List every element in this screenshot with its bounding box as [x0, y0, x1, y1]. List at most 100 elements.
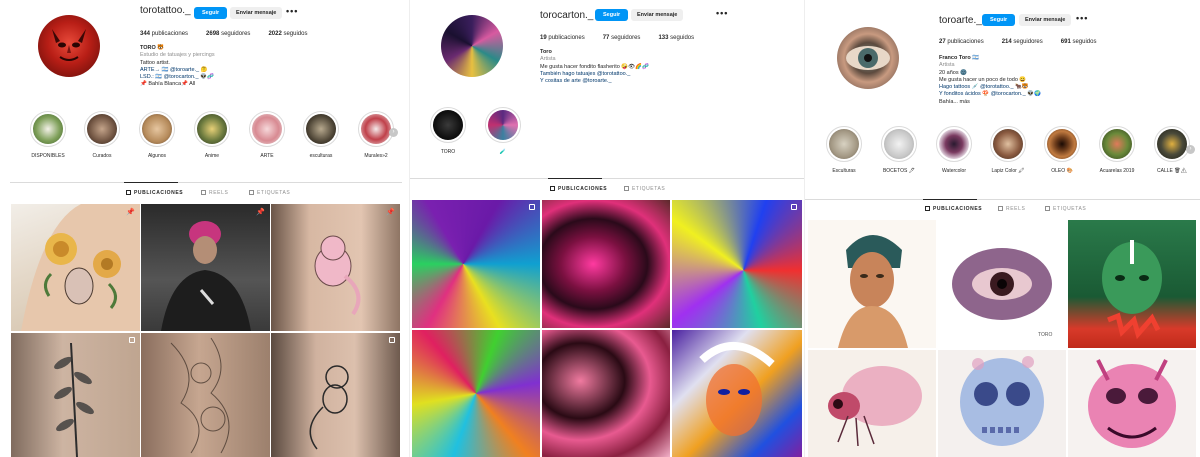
highlight-anime[interactable]: Anime [190, 111, 234, 159]
chevron-right-icon[interactable]: › [1186, 145, 1195, 154]
send-message-button[interactable]: Enviar mensaje [631, 9, 684, 21]
blue-skull-painting [960, 356, 1044, 446]
post-thumbnail[interactable] [808, 220, 936, 348]
follow-button[interactable]: Seguir [194, 7, 228, 19]
highlight-label: Murales»2 [364, 153, 388, 159]
highlight-disponibles[interactable]: DISPONIBLES [26, 111, 70, 159]
pinned-icon: 📌 [256, 209, 265, 216]
post-thumbnail[interactable]: TORO [938, 220, 1066, 348]
eye-watercolor-painting [952, 248, 1052, 320]
highlight-watercolor[interactable]: Watercolor [932, 126, 976, 174]
active-tab-indicator [923, 199, 977, 200]
more-options-icon[interactable]: ••• [286, 6, 298, 16]
post-thumbnail[interactable] [542, 200, 670, 328]
highlight-toro[interactable]: TORO [426, 107, 470, 155]
followers-count[interactable]: 77 seguidores [603, 35, 641, 41]
bio-line-link[interactable]: También hago tatuajes @torotattoo._ [540, 71, 649, 78]
highlight-algunos[interactable]: Algunos [135, 111, 179, 159]
following-count[interactable]: 2022 seguidos [268, 31, 307, 37]
highlight-label: OLEO 🎨 [1051, 168, 1073, 174]
highlight-label: Curados [92, 153, 112, 159]
following-count[interactable]: 133 seguidos [658, 35, 694, 41]
tab-etiquetas[interactable]: ETIQUETAS [1045, 206, 1086, 212]
highlight-esculturas[interactable]: Esculturas [822, 126, 866, 174]
post-thumbnail[interactable] [412, 330, 540, 457]
send-message-button[interactable]: Enviar mensaje [230, 7, 283, 19]
highlight-test-tube[interactable]: 🧪 [481, 107, 525, 155]
posts-count[interactable]: 19 publicaciones [540, 35, 585, 41]
reels-icon [998, 206, 1003, 211]
bio-line-link[interactable]: Y cositas de arte @toroarte._ [540, 78, 649, 85]
highlight-cover [488, 110, 518, 140]
highlight-cover [197, 114, 227, 144]
tattoo-mew-outline-image [309, 365, 349, 450]
bio-line-link[interactable]: Y fonditos ácidos 🍄 @torocarton._ 👽🌍 [939, 91, 1041, 98]
followers-count[interactable]: 2698 seguidores [206, 31, 250, 37]
post-thumbnail[interactable] [1068, 350, 1196, 457]
post-thumbnail[interactable] [938, 350, 1066, 457]
send-message-button[interactable]: Enviar mensaje [1019, 14, 1072, 26]
highlight-cover [829, 129, 859, 159]
followers-count[interactable]: 214 seguidores [1002, 39, 1043, 45]
more-options-icon[interactable]: ••• [716, 8, 728, 18]
posts-count[interactable]: 344 publicaciones [140, 31, 188, 37]
tattoo-artist-image [161, 221, 251, 331]
bio-more-link[interactable]: Bahía... más [939, 99, 1041, 106]
chevron-right-icon[interactable]: › [389, 128, 398, 137]
post-thumbnail[interactable] [542, 330, 670, 457]
highlight-curados[interactable]: Curados [80, 111, 124, 159]
post-thumbnail[interactable] [672, 330, 802, 457]
highlight-cover [361, 114, 391, 144]
tab-publicaciones[interactable]: PUBLICACIONES [126, 190, 183, 196]
multiple-posts-icon [389, 337, 395, 343]
highlight-cover [306, 114, 336, 144]
tab-etiquetas[interactable]: ETIQUETAS [249, 190, 290, 196]
post-thumbnail[interactable] [141, 333, 270, 457]
tag-icon [1045, 206, 1050, 211]
profile-avatar[interactable] [837, 27, 899, 89]
highlight-oleo[interactable]: OLEO 🎨 [1040, 126, 1084, 174]
post-thumbnail[interactable]: 📌 [11, 204, 140, 331]
tabs-divider [10, 182, 402, 183]
tab-reels[interactable]: REELS [201, 190, 228, 196]
bio-name: Toro [540, 49, 552, 55]
highlight-cover [33, 114, 63, 144]
post-thumbnail[interactable]: 📌 [141, 204, 270, 331]
highlight-label: TORO [440, 149, 456, 155]
pinned-icon: 📌 [126, 209, 135, 216]
tab-publicaciones[interactable]: PUBLICACIONES [925, 206, 982, 212]
following-count[interactable]: 691 seguidos [1061, 39, 1097, 45]
highlight-cover [433, 110, 463, 140]
post-thumbnail[interactable] [271, 333, 400, 457]
post-thumbnail[interactable] [1068, 220, 1196, 348]
post-thumbnail[interactable] [808, 350, 936, 457]
follow-button[interactable]: Seguir [982, 14, 1016, 26]
more-options-icon[interactable]: ••• [1076, 13, 1088, 23]
profile-avatar[interactable] [38, 15, 100, 77]
highlight-lapiz-color[interactable]: Lapiz Color 🖍 [986, 126, 1030, 174]
highlight-acuarelas-2019[interactable]: Acuarelas 2019 [1095, 126, 1139, 174]
highlight-bocetos[interactable]: BOCETOS 🖊 [877, 126, 921, 174]
highlight-label: Acuarelas 2019 [1099, 168, 1135, 174]
highlight-cover [1102, 129, 1132, 159]
post-thumbnail[interactable] [11, 333, 140, 457]
post-thumbnail[interactable]: 📌 [271, 204, 400, 331]
tab-reels[interactable]: REELS [998, 206, 1025, 212]
highlight-cover [939, 129, 969, 159]
highlight-esculturas[interactable]: esculturas [299, 111, 343, 159]
tab-publicaciones[interactable]: PUBLICACIONES [550, 186, 607, 192]
active-tab-indicator [124, 182, 178, 183]
post-thumbnail[interactable] [412, 200, 540, 328]
highlight-arte[interactable]: ARTE [245, 111, 289, 159]
highlight-label: ARTE [260, 153, 274, 159]
bio-line: Me gusta hacer fondito flasherito 🤪👁🌈🧬 [540, 63, 649, 70]
highlight-label: Lapiz Color 🖍 [991, 168, 1025, 174]
posts-count[interactable]: 27 publicaciones [939, 39, 984, 45]
tab-etiquetas[interactable]: ETIQUETAS [624, 186, 665, 192]
follow-button[interactable]: Seguir [595, 9, 629, 21]
active-tab-indicator [548, 178, 602, 179]
multiple-posts-icon [791, 204, 797, 210]
post-thumbnail[interactable] [672, 200, 802, 328]
profile-avatar[interactable] [441, 15, 503, 77]
profile-username: torotattoo._ [140, 5, 191, 16]
